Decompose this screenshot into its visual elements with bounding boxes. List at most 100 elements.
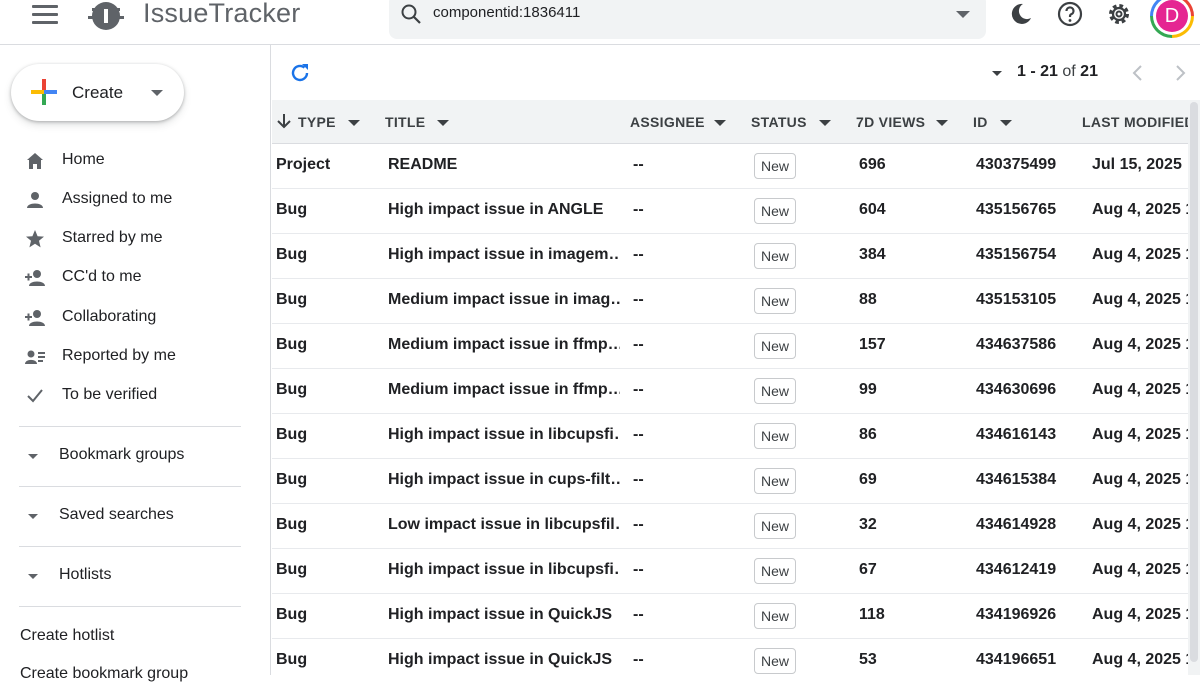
cell-type: Bug bbox=[276, 246, 308, 263]
group-icon bbox=[25, 310, 45, 326]
table-row[interactable]: Bug Medium impact issue in ffmp… -- 157 4346… bbox=[272, 324, 1200, 369]
column-header-title[interactable]: TITLE bbox=[385, 114, 425, 130]
create-hotlist-link[interactable]: Create hotlist bbox=[20, 627, 114, 645]
results-toolbar: 1 - 21 of 21 bbox=[272, 45, 1200, 100]
table-row[interactable]: Bug High impact issue in imagem… -- 384 4351… bbox=[272, 234, 1200, 279]
column-header-type[interactable]: TYPE bbox=[298, 114, 336, 130]
cell-id: 434612419 bbox=[976, 561, 1057, 578]
status-badge: New bbox=[754, 153, 797, 179]
cell-title[interactable]: High impact issue in libcupsfi… bbox=[388, 561, 620, 579]
cell-title[interactable]: High impact issue in QuickJS bbox=[388, 651, 620, 669]
nav-label: Reported by me bbox=[62, 347, 176, 364]
range-value: 1 - 21 bbox=[1017, 63, 1058, 80]
table-row[interactable]: Bug Medium impact issue in ffmp… -- 99 43463… bbox=[272, 369, 1200, 414]
cell-last-modified: Aug 4, 2025 1 bbox=[1092, 381, 1192, 398]
nav-item-ccd[interactable]: CC'd to me bbox=[0, 259, 260, 297]
search-icon[interactable] bbox=[399, 2, 423, 26]
column-header-status[interactable]: STATUS bbox=[751, 114, 807, 130]
status-badge: New bbox=[754, 513, 797, 539]
column-menu-icon[interactable] bbox=[348, 120, 360, 126]
scrollbar-thumb[interactable] bbox=[1190, 102, 1198, 662]
table-row[interactable]: Bug High impact issue in libcupsfi… -- 67 43… bbox=[272, 549, 1200, 594]
help-icon[interactable] bbox=[1056, 0, 1084, 28]
status-badge: New bbox=[754, 648, 797, 674]
status-badge: New bbox=[754, 468, 797, 494]
chevron-down-icon[interactable] bbox=[151, 90, 163, 96]
bookmark-groups-toggle[interactable]: Bookmark groups bbox=[0, 438, 260, 474]
table-row[interactable]: Bug Low impact issue in libcupsfil… -- 32 43… bbox=[272, 504, 1200, 549]
table-row[interactable]: Bug High impact issue in ANGLE -- 604 435156… bbox=[272, 189, 1200, 234]
cell-title[interactable]: High impact issue in imagem… bbox=[388, 246, 620, 264]
cell-id: 434637586 bbox=[976, 336, 1057, 353]
create-bookmark-group-link[interactable]: Create bookmark group bbox=[20, 665, 188, 683]
group-label: Saved searches bbox=[59, 506, 174, 523]
status-badge: New bbox=[754, 243, 797, 269]
top-app-bar: IssueTracker componentid:1836411 D bbox=[0, 0, 1200, 45]
dark-mode-icon[interactable] bbox=[1007, 0, 1035, 28]
vertical-scrollbar[interactable] bbox=[1188, 100, 1200, 675]
nav-item-reported[interactable]: Reported by me bbox=[0, 338, 260, 376]
table-row[interactable]: Bug High impact issue in cups-filt… -- 69 43… bbox=[272, 459, 1200, 504]
search-options-icon[interactable] bbox=[956, 11, 970, 18]
cell-title[interactable]: High impact issue in libcupsfi… bbox=[388, 426, 620, 444]
cell-type: Bug bbox=[276, 381, 308, 398]
column-menu-icon[interactable] bbox=[714, 120, 726, 126]
sort-down-arrow-icon[interactable] bbox=[276, 112, 292, 130]
cell-assignee: -- bbox=[633, 651, 644, 668]
table-row[interactable]: Bug High impact issue in QuickJS -- 118 4341… bbox=[272, 594, 1200, 639]
column-menu-icon[interactable] bbox=[437, 120, 449, 126]
nav-item-verify[interactable]: To be verified bbox=[0, 377, 260, 415]
nav-item-collaborating[interactable]: Collaborating bbox=[0, 299, 260, 337]
table-row[interactable]: Bug Medium impact issue in imag… -- 88 43515… bbox=[272, 279, 1200, 324]
page-size-dropdown[interactable] bbox=[992, 71, 1002, 76]
search-input[interactable]: componentid:1836411 bbox=[433, 4, 580, 21]
cell-title[interactable]: Medium impact issue in ffmp… bbox=[388, 336, 620, 354]
cell-views: 69 bbox=[859, 471, 877, 488]
column-menu-icon[interactable] bbox=[936, 120, 948, 126]
create-button[interactable]: Create bbox=[11, 64, 184, 121]
hotlists-toggle[interactable]: Hotlists bbox=[0, 558, 260, 594]
cell-title[interactable]: Medium impact issue in ffmp… bbox=[388, 381, 620, 399]
cell-assignee: -- bbox=[633, 381, 644, 398]
cell-title[interactable]: High impact issue in QuickJS bbox=[388, 606, 620, 624]
cell-title[interactable]: Medium impact issue in imag… bbox=[388, 291, 620, 309]
table-row[interactable]: Bug High impact issue in libcupsfi… -- 86 43… bbox=[272, 414, 1200, 459]
chevron-right-icon[interactable] bbox=[1170, 63, 1190, 83]
column-header-id[interactable]: ID bbox=[973, 114, 988, 130]
cell-type: Bug bbox=[276, 516, 308, 533]
cell-last-modified: Aug 4, 2025 1 bbox=[1092, 651, 1192, 668]
menu-icon[interactable] bbox=[32, 5, 58, 25]
cell-type: Bug bbox=[276, 201, 308, 218]
plus-icon bbox=[31, 79, 57, 105]
chevron-left-icon[interactable] bbox=[1128, 63, 1148, 83]
nav-label: Assigned to me bbox=[62, 190, 173, 207]
settings-gear-icon[interactable] bbox=[1105, 0, 1133, 28]
status-badge: New bbox=[754, 558, 797, 584]
column-header-last-modified[interactable]: LAST MODIFIED bbox=[1082, 114, 1195, 130]
refresh-icon[interactable] bbox=[288, 61, 312, 85]
nav-item-starred[interactable]: Starred by me bbox=[0, 220, 260, 258]
saved-searches-toggle[interactable]: Saved searches bbox=[0, 498, 260, 534]
table-row[interactable]: Bug High impact issue in QuickJS -- 53 43419… bbox=[272, 639, 1200, 675]
column-header-assignee[interactable]: ASSIGNEE bbox=[630, 114, 705, 130]
app-title[interactable]: IssueTracker bbox=[143, 0, 300, 29]
search-bar[interactable]: componentid:1836411 bbox=[389, 0, 986, 39]
table-row[interactable]: Project README -- 696 430375499 Jul 15, 2025 N… bbox=[272, 144, 1200, 189]
cell-type: Bug bbox=[276, 426, 308, 443]
nav-item-home[interactable]: Home bbox=[0, 142, 260, 180]
cell-title[interactable]: Low impact issue in libcupsfil… bbox=[388, 516, 620, 534]
cell-views: 118 bbox=[859, 606, 885, 623]
cell-assignee: -- bbox=[633, 606, 644, 623]
account-avatar[interactable]: D bbox=[1150, 0, 1194, 38]
cell-title[interactable]: High impact issue in cups-filt… bbox=[388, 471, 620, 489]
cell-title[interactable]: README bbox=[388, 156, 620, 174]
column-header-views[interactable]: 7D VIEWS bbox=[856, 114, 925, 130]
column-menu-icon[interactable] bbox=[1000, 120, 1012, 126]
cell-last-modified: Aug 4, 2025 1 bbox=[1092, 606, 1192, 623]
cell-title[interactable]: High impact issue in ANGLE bbox=[388, 201, 620, 219]
sidebar: Create Home Assigned to me Starred by me… bbox=[0, 45, 271, 682]
nav-item-assigned[interactable]: Assigned to me bbox=[0, 181, 260, 219]
cell-last-modified: Aug 4, 2025 1 bbox=[1092, 336, 1192, 353]
column-menu-icon[interactable] bbox=[819, 120, 831, 126]
cell-id: 434196926 bbox=[976, 606, 1057, 623]
